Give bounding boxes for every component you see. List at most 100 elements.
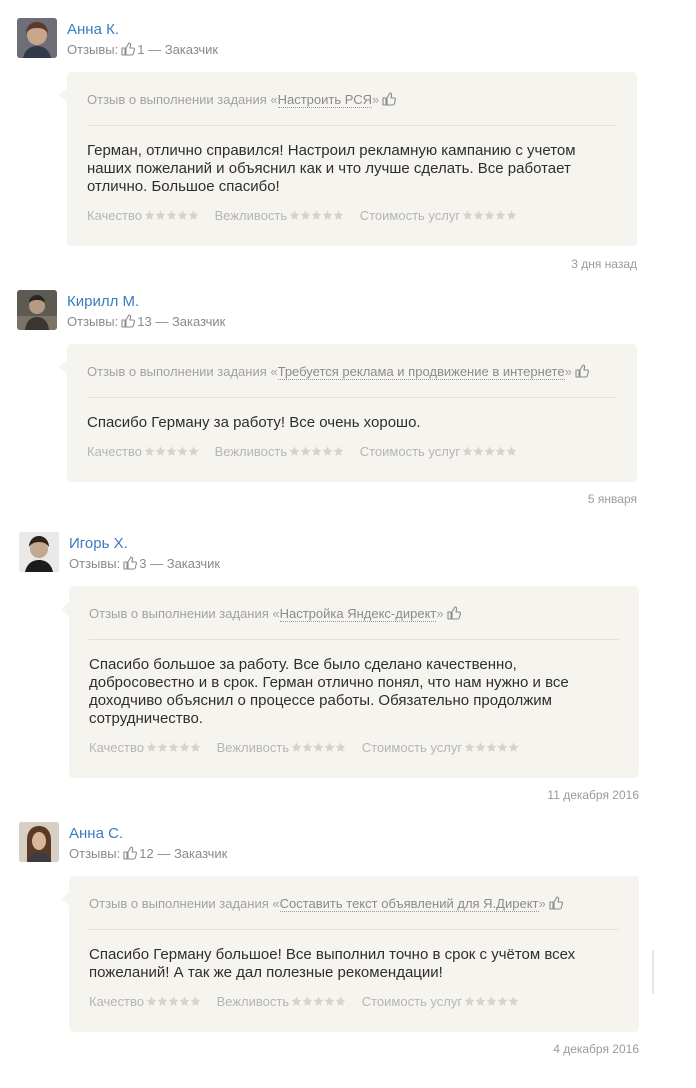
role-separator: —	[148, 42, 162, 57]
star-icon	[313, 996, 324, 1007]
reviewer-role: Заказчик	[164, 42, 219, 57]
review-date: 4 декабря 2016	[553, 1042, 639, 1056]
divider	[89, 929, 619, 930]
star-icon	[311, 210, 322, 221]
reviewer-name[interactable]: Кирилл М.	[67, 293, 139, 311]
stars	[146, 741, 201, 757]
avatar[interactable]	[17, 18, 57, 58]
reviewer-name[interactable]: Игорь Х.	[69, 535, 128, 553]
star-icon	[157, 742, 168, 753]
review-card: Отзыв о выполнении задания «Настройка Ян…	[61, 586, 639, 778]
rating-politeness: Вежливость	[215, 444, 345, 461]
star-icon	[462, 446, 473, 457]
star-icon	[302, 996, 313, 1007]
star-icon	[190, 996, 201, 1007]
star-icon	[464, 996, 475, 1007]
star-icon	[168, 742, 179, 753]
rating-label: Качество	[89, 740, 144, 755]
review-card: Отзыв о выполнении задания «Настроить РС…	[59, 72, 637, 246]
role-separator: —	[150, 556, 164, 571]
stars	[291, 741, 346, 757]
star-icon	[166, 446, 177, 457]
reviewer-name[interactable]: Анна К.	[67, 21, 119, 39]
stars	[464, 995, 519, 1011]
rating-cost: Стоимость услуг	[360, 208, 517, 225]
stars	[464, 741, 519, 757]
star-icon	[484, 446, 495, 457]
rating-cost: Стоимость услуг	[362, 994, 519, 1011]
star-icon	[322, 446, 333, 457]
thumbs-up-icon	[575, 364, 589, 378]
star-icon	[311, 446, 322, 457]
reviewer-role: Заказчик	[173, 846, 228, 861]
ratings-row: Качество Вежливость Стоимость услуг	[87, 208, 529, 225]
rating-quality: Качество	[89, 740, 201, 757]
star-icon	[313, 742, 324, 753]
review-card: Отзыв о выполнении задания «Составить те…	[61, 876, 639, 1032]
task-prefix: Отзыв о выполнении задания	[87, 364, 267, 379]
avatar[interactable]	[19, 822, 59, 862]
star-icon	[177, 446, 188, 457]
task-link[interactable]: Требуется реклама и продвижение в интерн…	[277, 364, 565, 380]
ratings-row: Качество Вежливость Стоимость услуг	[89, 740, 531, 757]
star-icon	[484, 210, 495, 221]
task-link[interactable]: Составить текст объявлений для Я.Директ	[279, 896, 539, 912]
rating-label: Качество	[87, 444, 142, 459]
divider	[87, 125, 617, 126]
reviewer-role: Заказчик	[171, 314, 226, 329]
stars	[462, 445, 517, 461]
ratings-row: Качество Вежливость Стоимость услуг	[89, 994, 531, 1011]
star-icon	[146, 996, 157, 1007]
avatar[interactable]	[19, 532, 59, 572]
stars	[289, 445, 344, 461]
star-icon	[335, 742, 346, 753]
review-text: Герман, отлично справился! Настроил рекл…	[87, 142, 576, 195]
task-link[interactable]: Настроить РСЯ	[277, 92, 373, 108]
star-icon	[324, 996, 335, 1007]
star-icon	[475, 996, 486, 1007]
star-icon	[495, 210, 506, 221]
rating-label: Вежливость	[216, 994, 290, 1009]
star-icon	[289, 210, 300, 221]
rating-label: Вежливость	[214, 208, 288, 223]
likes-count: 13	[137, 314, 152, 329]
reviewer-name[interactable]: Анна С.	[69, 825, 123, 843]
review-text: Спасибо Герману большое! Все выполнил то…	[89, 946, 576, 981]
scrollbar-fragment[interactable]	[652, 950, 654, 994]
star-icon	[302, 742, 313, 753]
task-link[interactable]: Настройка Яндекс-директ	[279, 606, 437, 622]
reviews-label: Отзывы:	[69, 556, 121, 571]
star-icon	[168, 996, 179, 1007]
task-line: Отзыв о выполнении задания «Настройка Ян…	[89, 606, 461, 622]
review-date: 3 дня назад	[571, 257, 637, 271]
rating-politeness: Вежливость	[217, 740, 347, 757]
star-icon	[155, 210, 166, 221]
rating-label: Вежливость	[216, 740, 290, 755]
rating-label: Качество	[89, 994, 144, 1009]
stars	[144, 445, 199, 461]
rating-label: Вежливость	[214, 444, 288, 459]
review-text: Спасибо Герману за работу! Все очень хор…	[87, 414, 421, 431]
star-icon	[157, 996, 168, 1007]
avatar[interactable]	[17, 290, 57, 330]
rating-cost: Стоимость услуг	[360, 444, 517, 461]
reviewer-meta: Отзывы: 13 — Заказчик	[67, 314, 225, 330]
reviews-label: Отзывы:	[69, 846, 121, 861]
star-icon	[300, 446, 311, 457]
divider	[87, 397, 617, 398]
star-icon	[291, 996, 302, 1007]
star-icon	[289, 446, 300, 457]
star-icon	[166, 210, 177, 221]
star-icon	[508, 742, 519, 753]
star-icon	[146, 742, 157, 753]
thumbs-up-icon	[121, 42, 135, 56]
star-icon	[462, 210, 473, 221]
rating-politeness: Вежливость	[215, 208, 345, 225]
star-icon	[506, 210, 517, 221]
rating-label: Качество	[87, 208, 142, 223]
task-prefix: Отзыв о выполнении задания	[87, 92, 267, 107]
star-icon	[188, 210, 199, 221]
likes-count: 12	[139, 846, 154, 861]
rating-label: Стоимость услуг	[359, 208, 461, 223]
review-date: 5 января	[587, 492, 637, 506]
